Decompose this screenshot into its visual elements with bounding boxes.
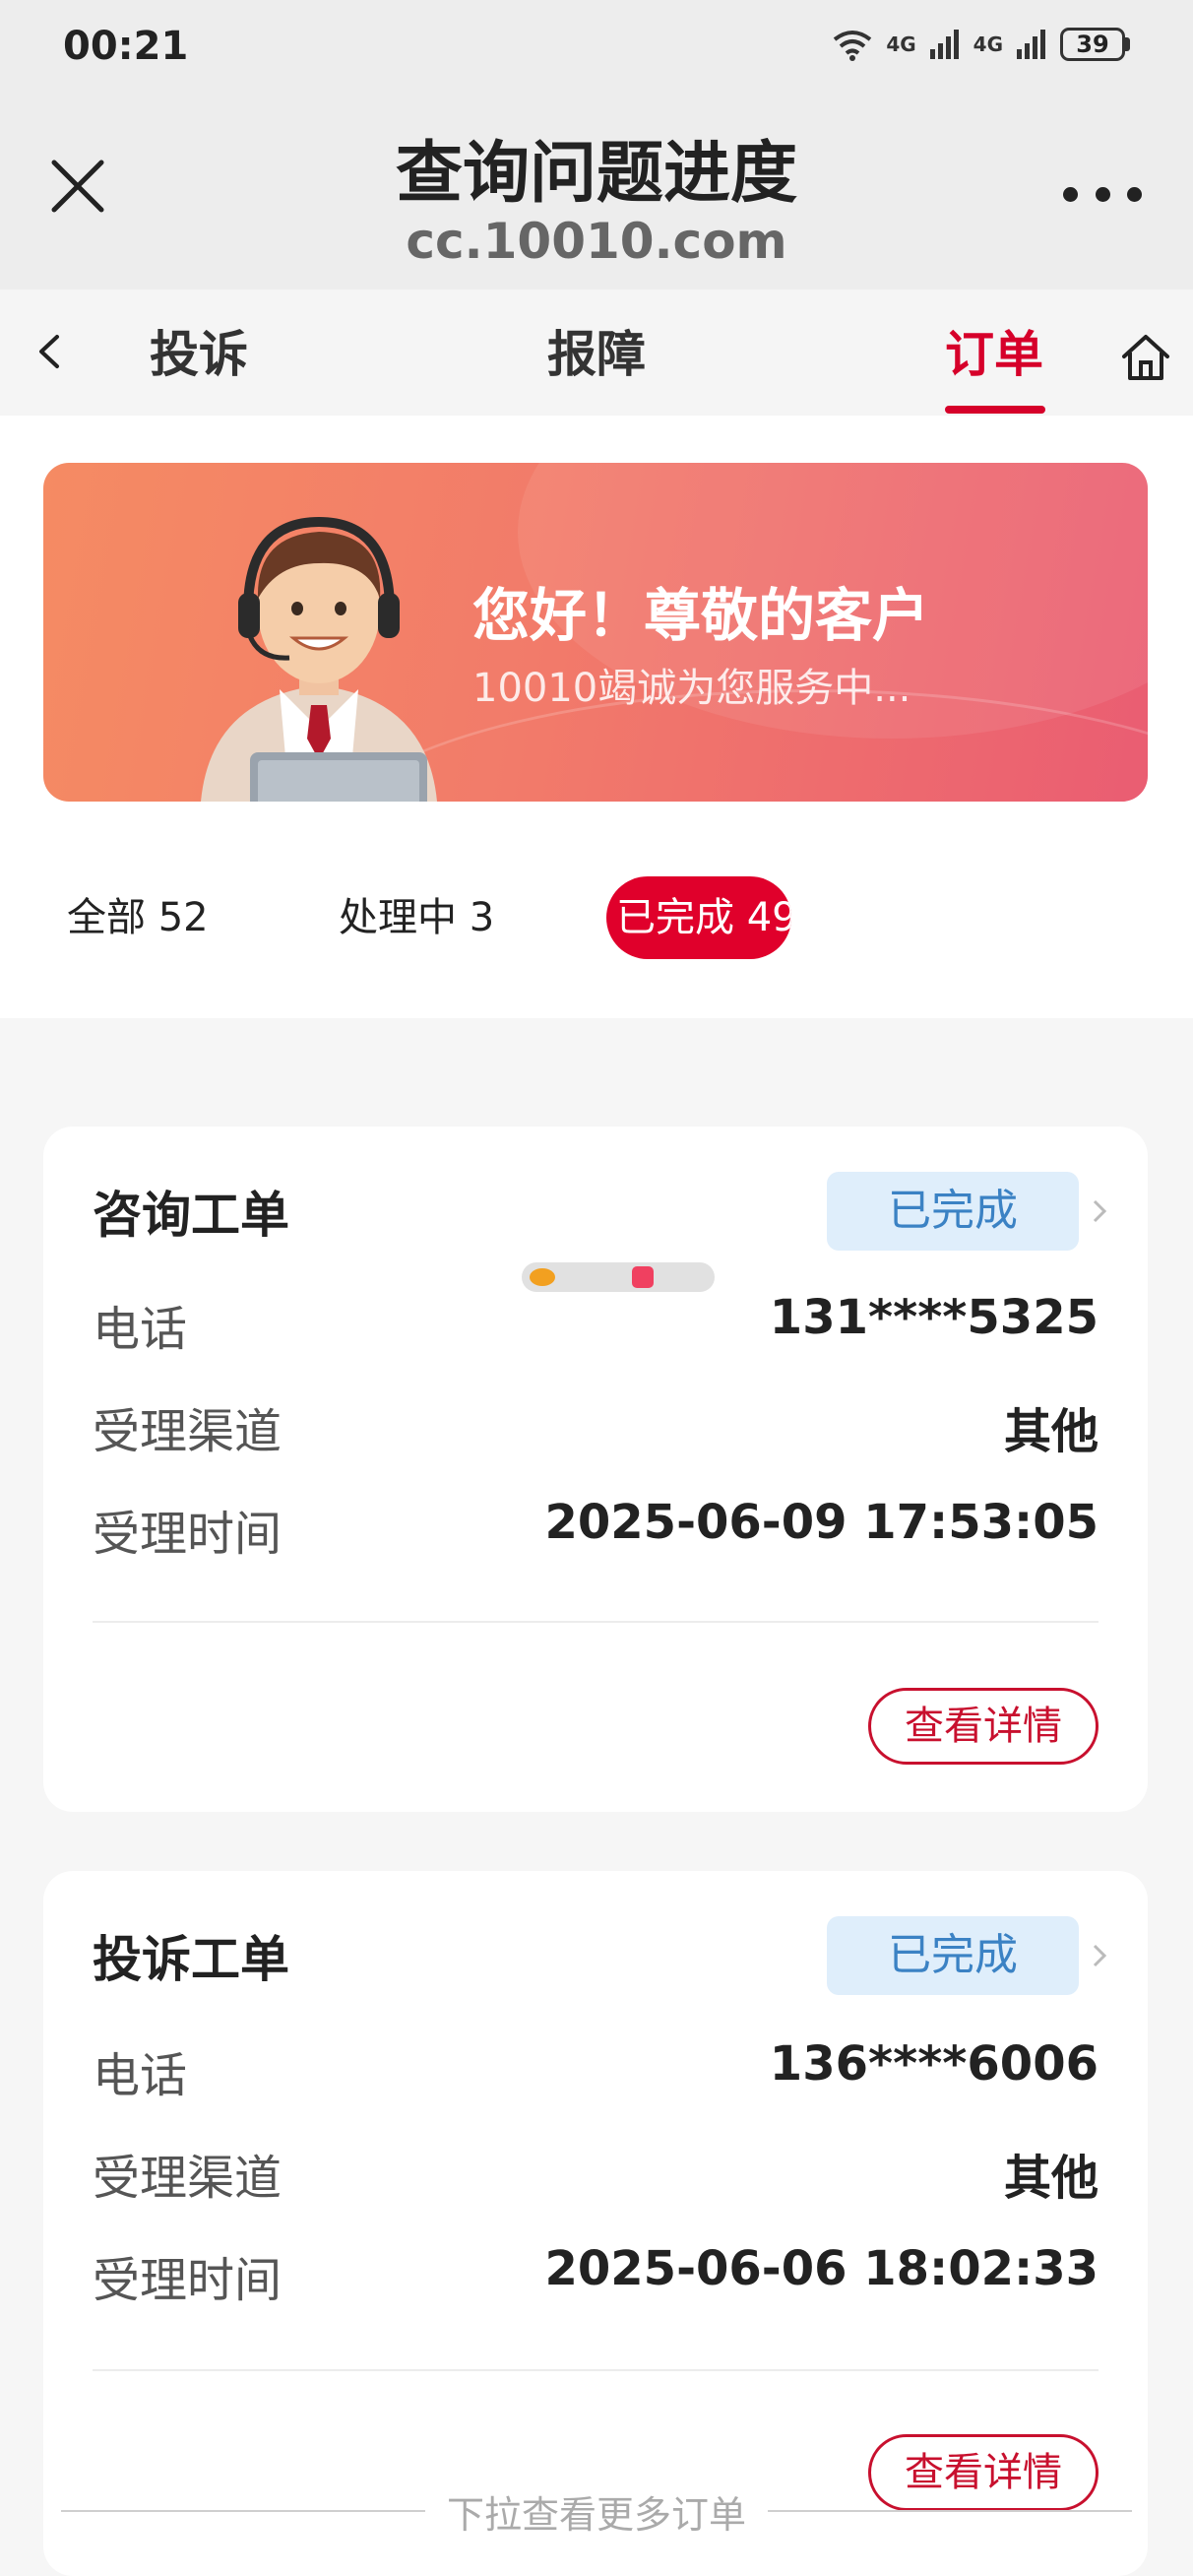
load-more-hint-text: 下拉查看更多订单	[446, 2492, 746, 2537]
divider-line	[768, 2510, 1132, 2512]
page: 00:21 4G 4G 39 查询问题进度 cc.10010.com 投诉 报障…	[0, 0, 1193, 2576]
order-card: 咨询工单 已完成 电话 131****5325 受理渠道 其他 受理时间 202…	[43, 1127, 1148, 1812]
more-options-button[interactable]	[1063, 179, 1142, 209]
status-icons: 4G 4G 39	[831, 28, 1130, 61]
divider	[93, 1621, 1099, 1623]
chevron-right-icon	[1093, 1944, 1107, 1967]
more-dot-icon	[1063, 186, 1078, 202]
time-label: 受理时间	[93, 1507, 283, 1562]
filter-completed[interactable]: 已完成 49	[606, 876, 791, 959]
home-icon[interactable]	[1118, 329, 1173, 384]
divider	[93, 2369, 1099, 2371]
status-badge[interactable]: 已完成	[827, 1916, 1079, 1995]
page-title: 查询问题进度	[395, 135, 797, 213]
tab-complaint[interactable]: 投诉	[150, 315, 248, 386]
welcome-banner: 您好！尊敬的客户 10010竭诚为您服务中...	[43, 463, 1148, 802]
status-bar: 00:21 4G 4G 39	[0, 0, 1193, 95]
watermark-overlay	[522, 1262, 715, 1292]
wifi-icon	[834, 31, 872, 61]
watermark-badge-icon	[632, 1266, 654, 1288]
banner-title: 您好！尊敬的客户	[472, 582, 930, 649]
channel-value: 其他	[1003, 2151, 1099, 2206]
chevron-right-icon	[1093, 1199, 1107, 1223]
phone-value: 131****5325	[769, 1290, 1099, 1345]
more-dot-icon	[1127, 186, 1142, 202]
order-title: 咨询工单	[93, 1187, 289, 1244]
status-time: 00:21	[63, 24, 189, 69]
page-domain: cc.10010.com	[406, 213, 787, 270]
view-details-button[interactable]: 查看详情	[868, 1688, 1099, 1765]
banner-subtitle: 10010竭诚为您服务中...	[472, 666, 911, 711]
title-bar: 查询问题进度 cc.10010.com	[0, 95, 1193, 290]
channel-label: 受理渠道	[93, 2151, 283, 2206]
divider-line	[60, 2510, 425, 2512]
network-type-1: 4G	[886, 32, 916, 56]
battery-level: 39	[1060, 28, 1125, 61]
more-dot-icon	[1095, 186, 1110, 202]
battery-icon: 39	[1060, 28, 1130, 61]
time-value: 2025-06-09 17:53:05	[544, 1495, 1099, 1550]
tab-fault-report[interactable]: 报障	[547, 315, 646, 386]
phone-label: 电话	[93, 1302, 188, 1357]
network-type-2: 4G	[973, 32, 1003, 56]
channel-value: 其他	[1003, 1404, 1099, 1459]
time-label: 受理时间	[93, 2253, 283, 2308]
order-title: 投诉工单	[93, 1931, 289, 1988]
tab-orders[interactable]: 订单	[945, 315, 1043, 386]
tabs-bar: 投诉 报障 订单	[0, 290, 1193, 416]
watermark-logo-icon	[530, 1268, 555, 1286]
filter-all[interactable]: 全部 52	[67, 876, 209, 959]
signal-icon	[1017, 30, 1045, 59]
phone-value: 136****6006	[769, 2036, 1099, 2092]
customer-service-agent-illustration	[201, 516, 437, 802]
active-tab-indicator	[945, 406, 1045, 414]
channel-label: 受理渠道	[93, 1404, 283, 1459]
time-value: 2025-06-06 18:02:33	[544, 2241, 1099, 2296]
back-icon[interactable]	[26, 327, 75, 376]
pull-to-load-hint: 下拉查看更多订单	[0, 2481, 1193, 2541]
signal-icon	[929, 30, 959, 59]
status-badge[interactable]: 已完成	[827, 1172, 1079, 1251]
phone-label: 电话	[93, 2048, 188, 2103]
filter-processing[interactable]: 处理中 3	[339, 876, 494, 959]
order-card: 投诉工单 已完成 电话 136****6006 受理渠道 其他 受理时间 202…	[43, 1871, 1148, 2576]
